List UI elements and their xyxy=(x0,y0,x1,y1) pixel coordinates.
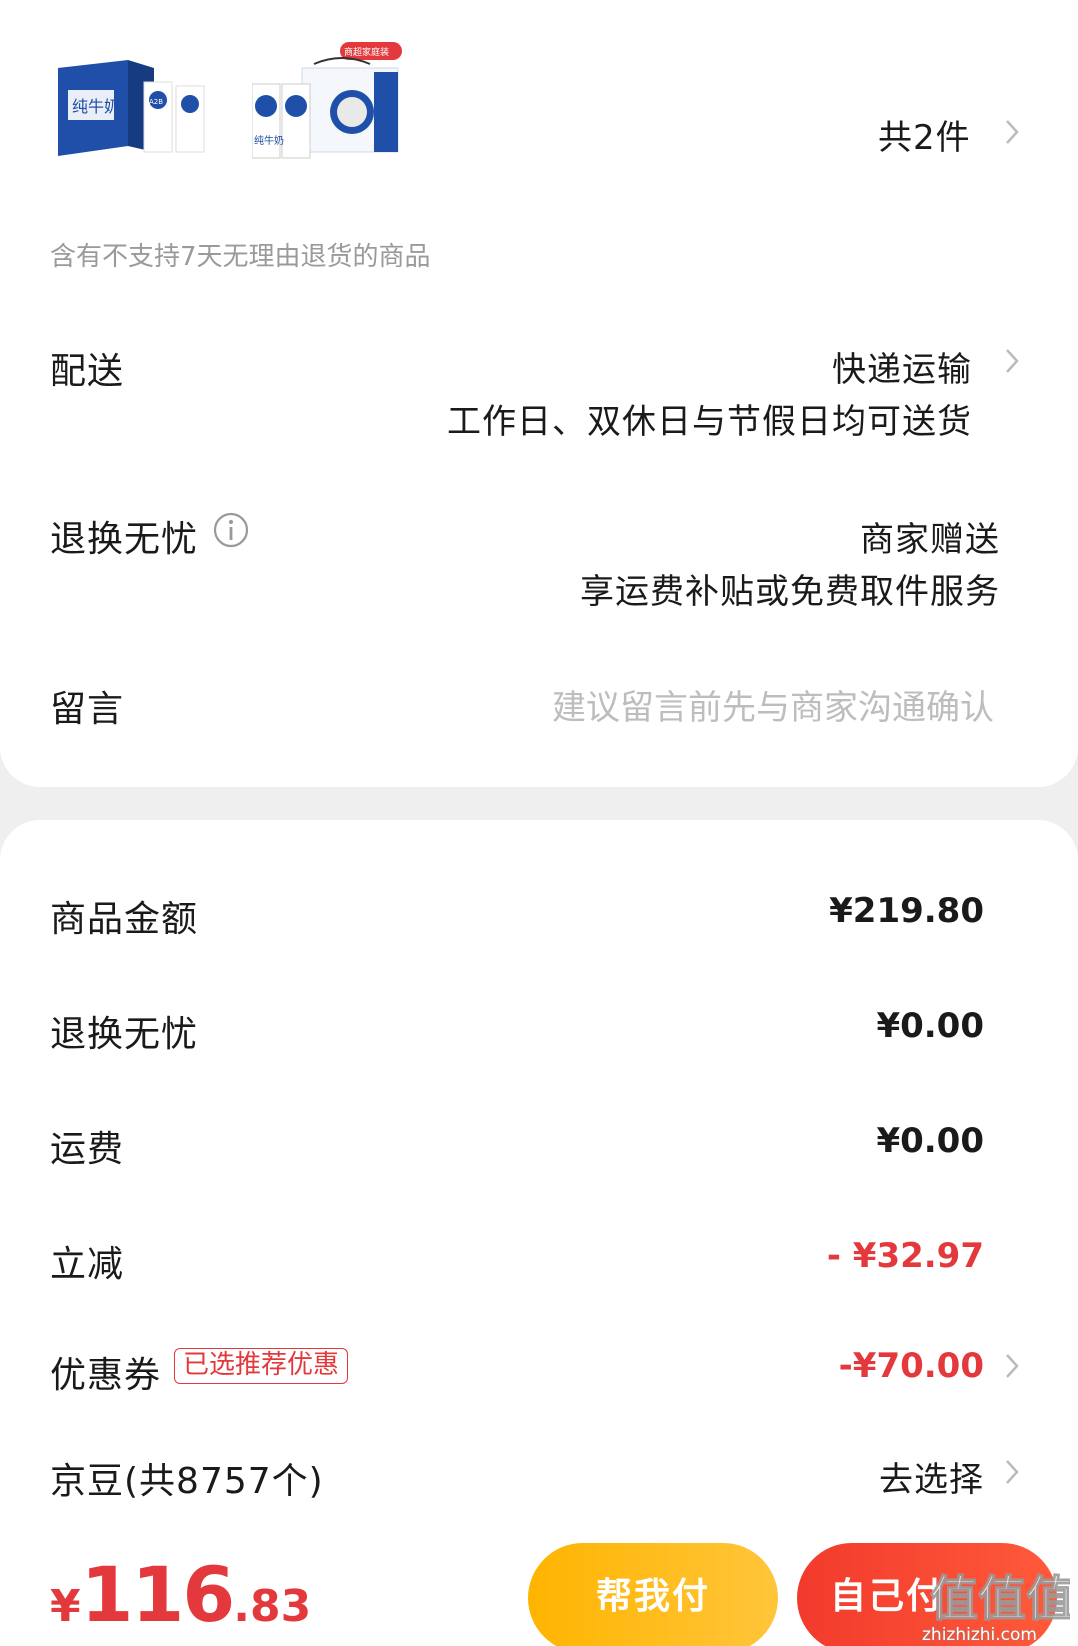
goods-amount-label: 商品金额 xyxy=(50,899,199,940)
price-summary-card xyxy=(0,820,1078,1646)
delivery-method[interactable]: 快递运输 xyxy=(832,342,972,391)
total-price: ¥116.83 xyxy=(50,1550,311,1639)
worry-free-provider: 商家赠送 xyxy=(860,520,1000,560)
jd-beans-select[interactable]: 去选择 xyxy=(879,1452,984,1501)
worry-free-fee-label: 退换无忧 xyxy=(50,1014,199,1055)
coupon-label: 优惠券 xyxy=(50,1355,162,1396)
watermark-logo-text: 值值值 xyxy=(930,1571,1070,1627)
product-count[interactable]: 共2件 xyxy=(878,110,971,159)
product-1-name-text: 纯牛奶 xyxy=(72,97,120,116)
worry-free-desc: 享运费补贴或免费取件服务 xyxy=(580,572,1000,612)
product-2-name-text: 纯牛奶 xyxy=(254,134,284,147)
watermark-logo: 值值值 xyxy=(929,1565,1074,1627)
total-integer: 116 xyxy=(80,1550,236,1639)
watermark-site: zhizhizhi.com xyxy=(922,1625,1037,1645)
jd-beans-label: 京豆(共8757个) xyxy=(50,1461,324,1502)
product-1-badge: A2B xyxy=(149,98,163,106)
worry-free-label: 退换无忧 xyxy=(50,519,199,560)
freight-value: ¥0.00 xyxy=(876,1121,984,1161)
coupon-value[interactable]: -¥70.00 xyxy=(839,1346,984,1386)
worry-free-fee-value: ¥0.00 xyxy=(876,1006,984,1046)
message-label: 留言 xyxy=(50,689,125,730)
product-2-tag: 商超家庭装 xyxy=(344,46,389,58)
help-me-pay-button[interactable]: 帮我付 xyxy=(528,1543,778,1646)
chevron-right-icon[interactable] xyxy=(1004,1352,1020,1380)
total-currency: ¥ xyxy=(50,1581,81,1632)
instant-discount-value: - ¥32.97 xyxy=(826,1236,984,1276)
product-image-2[interactable]: 商超家庭装 纯牛奶 xyxy=(251,42,402,166)
info-icon[interactable] xyxy=(213,512,249,548)
message-input[interactable]: 建议留言前先与商家沟通确认 xyxy=(552,680,994,729)
chevron-right-icon[interactable] xyxy=(1004,347,1020,375)
instant-discount-label: 立减 xyxy=(50,1244,125,1285)
chevron-right-icon[interactable] xyxy=(1004,1458,1020,1486)
coupon-recommended-tag: 已选推荐优惠 xyxy=(174,1348,349,1384)
goods-amount-value: ¥219.80 xyxy=(829,891,984,931)
product-image-1[interactable]: 纯牛奶 A2B xyxy=(58,60,208,156)
delivery-note: 工作日、双休日与节假日均可送货 xyxy=(447,402,972,442)
delivery-label: 配送 xyxy=(50,351,125,392)
freight-label: 运费 xyxy=(50,1129,125,1170)
total-decimal: .83 xyxy=(233,1581,312,1632)
return-policy-notice: 含有不支持7天无理由退货的商品 xyxy=(50,242,431,272)
chevron-right-icon[interactable] xyxy=(1004,118,1020,146)
